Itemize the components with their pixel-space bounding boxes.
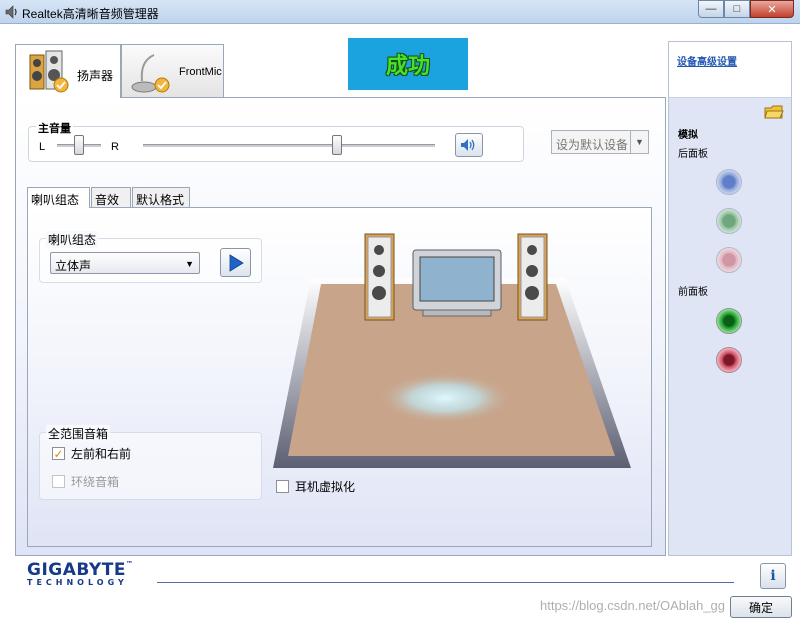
volume-slider-track[interactable] <box>143 144 435 147</box>
advanced-settings-link[interactable]: 设备高级设置 <box>677 53 737 68</box>
set-default-device-label: 设为默认设备 <box>556 138 629 152</box>
brand-subtitle: TECHNOLOGY <box>27 578 128 587</box>
title-bar: Realtek高清晰音频管理器 — □ ✕ <box>0 0 800 24</box>
speaker-room-illustration <box>273 233 631 468</box>
volume-slider-thumb[interactable] <box>332 135 342 155</box>
microphone-icon <box>131 54 170 93</box>
success-banner: 成功 <box>348 38 468 90</box>
tab-frontmic-label: FrontMic <box>179 66 222 78</box>
set-default-device-dropdown[interactable]: 设为默认设备 ▼ <box>551 130 649 154</box>
tab-speakers[interactable]: 扬声器 <box>15 44 121 98</box>
speaker-config-value: 立体声 <box>55 259 92 273</box>
speaker-icon <box>29 50 69 93</box>
tab-speakers-label: 扬声器 <box>77 69 114 83</box>
tab-sound-effects-label: 音效 <box>95 193 120 207</box>
front-lr-checkbox[interactable]: ✓ 左前和右前 <box>52 445 131 462</box>
info-icon: i <box>770 568 776 584</box>
front-jack-pink[interactable] <box>716 347 742 373</box>
tab-speaker-config-label: 喇叭组态 <box>31 193 80 207</box>
tab-speaker-config[interactable]: 喇叭组态 <box>27 187 90 208</box>
client-area: 扬声器 FrontMic 成功 主音量 L R 设为默认设备 ▼ 喇叭组态 音效… <box>0 24 800 628</box>
mute-button[interactable] <box>455 133 483 157</box>
close-button[interactable]: ✕ <box>750 0 794 18</box>
jack-status-panel: 设备高级设置 模拟 后面板 前面板 <box>668 41 792 556</box>
watermark-text: https://blog.csdn.net/OAblah_gg <box>540 598 726 613</box>
tab-default-format[interactable]: 默认格式 <box>132 187 190 207</box>
main-volume-label: 主音量 <box>36 120 73 136</box>
tv-display <box>412 249 502 317</box>
front-panel-label: 前面板 <box>678 287 708 298</box>
rear-jack-pink[interactable] <box>716 247 742 273</box>
chevron-down-icon: ▼ <box>185 259 194 269</box>
ok-label: 确定 <box>748 600 773 615</box>
speaker-config-group: 喇叭组态 立体声 ▼ <box>39 231 262 283</box>
play-test-button[interactable] <box>220 248 251 277</box>
speaker-config-select[interactable]: 立体声 ▼ <box>50 252 200 274</box>
maximize-button[interactable]: □ <box>724 0 750 18</box>
speaker-app-icon <box>5 5 17 19</box>
window-controls: — □ ✕ <box>698 0 794 20</box>
left-front-speaker <box>364 233 395 321</box>
right-channel-label: R <box>111 141 119 153</box>
info-button[interactable]: i <box>760 563 786 589</box>
front-jack-green[interactable] <box>716 308 742 334</box>
ok-button[interactable]: 确定 <box>730 596 792 618</box>
rear-jack-blue[interactable] <box>716 169 742 195</box>
tab-frontmic[interactable]: FrontMic <box>121 44 224 97</box>
volume-icon <box>461 139 475 151</box>
headphone-virtualization-label: 耳机虚拟化 <box>295 480 356 494</box>
analog-section-label: 模拟 <box>678 130 698 141</box>
speaker-config-group-label: 喇叭组态 <box>46 231 99 248</box>
footer-divider <box>157 582 734 583</box>
right-front-speaker <box>517 233 548 321</box>
window-title: Realtek高清晰音频管理器 <box>22 7 159 21</box>
rear-jack-green[interactable] <box>716 208 742 234</box>
left-channel-label: L <box>39 141 46 153</box>
play-icon <box>229 253 244 272</box>
success-text: 成功 <box>385 54 430 79</box>
gigabyte-logo: GIGABYTE™ TECHNOLOGY <box>27 560 134 587</box>
tab-sound-effects[interactable]: 音效 <box>91 187 131 207</box>
surround-speakers-checkbox[interactable]: 环绕音箱 <box>52 473 119 490</box>
surround-speakers-label: 环绕音箱 <box>71 475 120 489</box>
folder-icon[interactable] <box>764 104 784 120</box>
minimize-button[interactable]: — <box>698 0 724 18</box>
tab-default-format-label: 默认格式 <box>136 193 185 207</box>
headphone-virtualization-checkbox[interactable]: 耳机虚拟化 <box>276 478 355 495</box>
front-lr-label: 左前和右前 <box>71 447 132 461</box>
listener-glow <box>377 372 513 424</box>
checkmark-icon: ✓ <box>52 446 65 461</box>
back-panel-label: 后面板 <box>678 149 708 160</box>
chevron-down-icon: ▼ <box>630 131 648 153</box>
main-volume-group: 主音量 L R <box>28 120 524 162</box>
balance-slider-thumb[interactable] <box>74 135 84 155</box>
speaker-settings-panel: 主音量 L R 设为默认设备 ▼ 喇叭组态 音效 默认格式 喇叭组态 立体声 ▼… <box>15 97 666 556</box>
full-range-speakers-group: 全范围音箱 ✓ 左前和右前 环绕音箱 <box>39 425 262 500</box>
speaker-config-panel: 喇叭组态 立体声 ▼ 全范围音箱 ✓ 左前和右前 环绕音箱 耳机虚拟化 <box>27 207 652 547</box>
full-range-group-label: 全范围音箱 <box>46 425 111 442</box>
brand-name: GIGABYTE <box>27 560 126 580</box>
advanced-settings-area: 设备高级设置 <box>669 42 791 98</box>
